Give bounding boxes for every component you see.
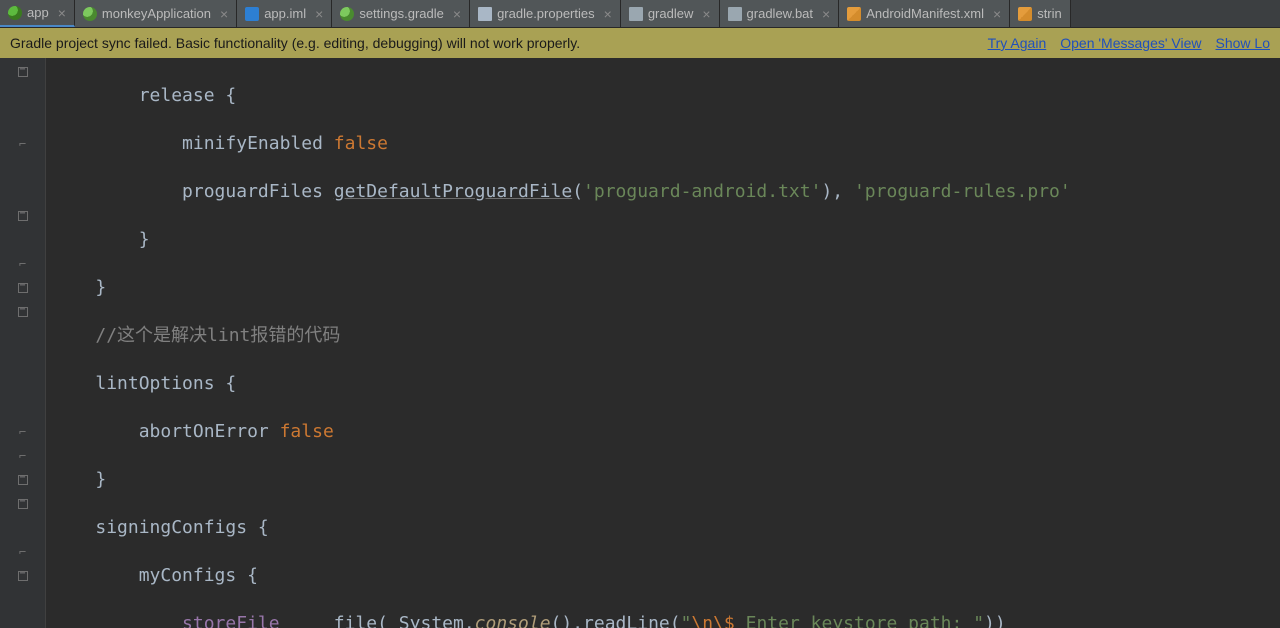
- tab-label: app.iml: [264, 6, 306, 21]
- fold-marker-icon[interactable]: [18, 571, 28, 581]
- tab-app-iml[interactable]: app.iml ×: [237, 0, 332, 27]
- close-icon[interactable]: ×: [216, 6, 228, 22]
- tab-label: strin: [1037, 6, 1062, 21]
- tab-gradlew[interactable]: gradlew ×: [621, 0, 720, 27]
- fold-end-icon: ⌐: [19, 449, 26, 463]
- close-icon[interactable]: ×: [311, 6, 323, 22]
- fold-end-icon: ⌐: [19, 137, 26, 151]
- gradle-sync-failed-bar: Gradle project sync failed. Basic functi…: [0, 28, 1280, 58]
- gradle-icon: [340, 7, 354, 21]
- tab-gradlew-bat[interactable]: gradlew.bat ×: [720, 0, 840, 27]
- fold-end-icon: ⌐: [19, 425, 26, 439]
- tab-gradle-properties[interactable]: gradle.properties ×: [470, 0, 621, 27]
- tab-label: gradlew: [648, 6, 694, 21]
- editor-tab-bar: app × monkeyApplication × app.iml × sett…: [0, 0, 1280, 28]
- file-icon: [629, 7, 643, 21]
- editor-gutter[interactable]: ⌐ ⌐ ⌐ ⌐ ⌐: [0, 58, 46, 628]
- tab-label: monkeyApplication: [102, 6, 211, 21]
- tab-label: app: [27, 5, 49, 20]
- fold-marker-icon[interactable]: [18, 211, 28, 221]
- close-icon[interactable]: ×: [989, 6, 1001, 22]
- close-icon[interactable]: ×: [449, 6, 461, 22]
- tab-settings-gradle[interactable]: settings.gradle ×: [332, 0, 470, 27]
- fold-end-icon: ⌐: [19, 257, 26, 271]
- code-editor[interactable]: release { minifyEnabled false proguardFi…: [46, 58, 1280, 628]
- notification-message: Gradle project sync failed. Basic functi…: [10, 35, 580, 51]
- close-icon[interactable]: ×: [698, 6, 710, 22]
- tab-label: gradlew.bat: [747, 6, 814, 21]
- tab-label: settings.gradle: [359, 6, 444, 21]
- editor-area: ⌐ ⌐ ⌐ ⌐ ⌐ release { minifyEnabled false …: [0, 58, 1280, 628]
- jetbrains-icon: [245, 7, 259, 21]
- gradle-icon: [8, 6, 22, 20]
- fold-marker-icon[interactable]: [18, 307, 28, 317]
- notification-actions: Try Again Open 'Messages' View Show Lo: [988, 35, 1270, 51]
- file-icon: [728, 7, 742, 21]
- xml-icon: [1018, 7, 1032, 21]
- fold-marker-icon[interactable]: [18, 499, 28, 509]
- tab-strings[interactable]: strin: [1010, 0, 1071, 27]
- fold-end-icon: ⌐: [19, 545, 26, 559]
- tab-app[interactable]: app ×: [0, 0, 75, 27]
- tab-label: AndroidManifest.xml: [866, 6, 984, 21]
- close-icon[interactable]: ×: [600, 6, 612, 22]
- fold-marker-icon[interactable]: [18, 67, 28, 77]
- try-again-link[interactable]: Try Again: [988, 35, 1047, 51]
- tab-label: gradle.properties: [497, 6, 595, 21]
- open-messages-link[interactable]: Open 'Messages' View: [1060, 35, 1201, 51]
- gradle-icon: [83, 7, 97, 21]
- tab-monkeyapplication[interactable]: monkeyApplication ×: [75, 0, 237, 27]
- close-icon[interactable]: ×: [818, 6, 830, 22]
- show-log-link[interactable]: Show Lo: [1216, 35, 1270, 51]
- close-icon[interactable]: ×: [54, 5, 66, 21]
- xml-icon: [847, 7, 861, 21]
- fold-marker-icon[interactable]: [18, 283, 28, 293]
- file-icon: [478, 7, 492, 21]
- fold-marker-icon[interactable]: [18, 475, 28, 485]
- tab-androidmanifest[interactable]: AndroidManifest.xml ×: [839, 0, 1010, 27]
